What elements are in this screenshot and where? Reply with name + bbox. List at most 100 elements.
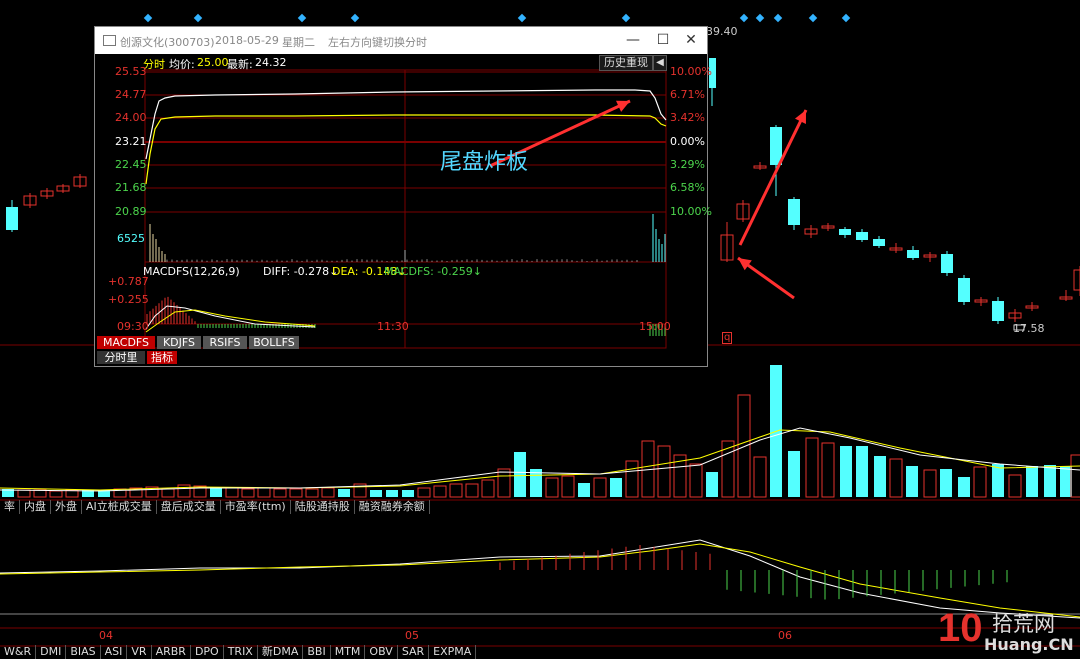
date-label-05: 05 [405,629,419,642]
date-label-04: 04 [99,629,113,642]
tab-0[interactable]: 率 [0,500,20,514]
tab-intraday[interactable]: 分时里 [97,351,145,364]
volume-bar [258,488,270,497]
candle-body [992,301,1004,321]
candle-body [1074,270,1080,290]
tab-8[interactable]: 新DMA [258,645,304,659]
tab-2[interactable]: BIAS [66,645,100,659]
tab-10[interactable]: MTM [331,645,366,659]
volume-bar [210,488,222,497]
volume-bar [306,489,318,497]
volume-bar [18,490,30,497]
tab-1[interactable]: DMI [36,645,66,659]
avg-price-line [146,115,666,184]
intraday-popup-window[interactable]: 创源文化(300703) 2018-05-29 星期二 左右方向键切换分时 — … [94,26,708,367]
history-arrow-icon[interactable]: ◀ [653,55,667,71]
volume-bar [1009,475,1021,497]
volume-bar [958,477,970,497]
volume-bar [658,446,670,497]
tab-4[interactable]: VR [127,645,151,659]
watermark-text1: 拾荒网 [992,608,1055,638]
tab-1[interactable]: 内盘 [20,500,51,514]
volume-bar [50,491,62,497]
tab-kdjfs[interactable]: KDJFS [157,336,201,349]
tab-0[interactable]: W&R [0,645,36,659]
stock-chart-window: 39.40 17.58 q 率内盘 外盘 AI立桩成交量 盘后成交量 市盈率(ttm) 陆… [0,0,1080,659]
minimize-button[interactable]: — [622,30,644,50]
tab-9[interactable]: BBI [303,645,330,659]
tab-5[interactable]: ARBR [152,645,191,659]
diamond-marker [144,14,152,22]
tab-macdfs[interactable]: MACDFS [97,336,155,349]
diamond-marker [842,14,850,22]
indicator-line-yellow [0,544,1080,617]
title-hint: 左右方向键切换分时 [328,34,427,50]
tab-12[interactable]: SAR [398,645,429,659]
price-label: 23.21 [115,135,147,148]
tab-rsifs[interactable]: RSIFS [203,336,247,349]
tab-6[interactable]: DPO [191,645,224,659]
volume-bar [1071,455,1080,497]
tab-13[interactable]: EXPMA [429,645,476,659]
indicator-line-white [0,540,1080,618]
volume-bar [738,395,750,497]
header-avg-value: 25.00 [197,56,229,69]
macd-title: MACDFS(12,26,9) [143,265,240,278]
tab-6[interactable]: 陆股通持股 [291,500,355,514]
volume-label: 6525 [117,232,145,245]
tab-5[interactable]: 市盈率(ttm) [221,500,291,514]
volume-bar [242,489,254,497]
maximize-button[interactable]: ☐ [652,30,674,50]
candle-body [873,239,885,246]
price-label: 25.53 [115,65,147,78]
tab-3[interactable]: AI立桩成交量 [82,500,157,514]
volume-bar [178,485,190,497]
volume-bar [1026,466,1038,497]
price-label: 20.89 [115,205,147,218]
tab-2[interactable]: 外盘 [51,500,82,514]
intraday-lines [146,90,666,184]
watermark: 10 拾荒网 Huang.CN [938,606,1078,656]
tab-bollfs[interactable]: BOLLFS [249,336,299,349]
tab-7[interactable]: 融资融券余额 [355,500,430,514]
pct-label: 6.71% [670,88,705,101]
pct-label: 3.42% [670,111,705,124]
candle-body [856,232,868,240]
app-icon [103,35,116,46]
time-label-close: 15:00 [639,320,671,333]
date-label-06: 06 [778,629,792,642]
intraday-grid [145,70,666,348]
tab-4[interactable]: 盘后成交量 [157,500,221,514]
candle-body [958,278,970,302]
diamond-marker [774,14,782,22]
volume-bar [1044,465,1056,497]
diamond-marker [809,14,817,22]
volume-bar [924,470,936,497]
candle-body [770,127,782,165]
volume-bar [788,451,800,497]
volume-bar [706,472,718,497]
indicator-tabs: W&R DMI BIAS ASI VR ARBR DPO TRIX 新DMA BBI MTM OBV S… [0,645,476,659]
history-replay-button[interactable]: 历史重现 [599,55,653,71]
volume-bar [514,452,526,497]
volume-bar [906,466,918,497]
candle-body [941,254,953,273]
title-weekday: 星期二 [282,34,315,50]
macd-axis-mid: +0.255 [108,293,149,306]
tab-3[interactable]: ASI [101,645,128,659]
top-price-label: 39.40 [706,25,738,38]
tab-7[interactable]: TRIX [224,645,258,659]
volume-bar [806,438,818,497]
price-line [146,90,666,159]
diamond-marker [298,14,306,22]
volume-bar [34,490,46,497]
tab-indicator[interactable]: 指标 [147,351,177,364]
volume-bar [822,443,834,497]
tab-11[interactable]: OBV [365,645,397,659]
candle-body [907,250,919,258]
volume-bar [754,457,766,497]
volume-bar [610,478,622,497]
volume-indicator-tabs: 率内盘 外盘 AI立桩成交量 盘后成交量 市盈率(ttm) 陆股通持股 融资融券余额 [0,500,430,514]
close-button[interactable]: ✕ [680,30,702,50]
popup-title-bar[interactable]: 创源文化(300703) 2018-05-29 星期二 左右方向键切换分时 — … [95,27,707,54]
